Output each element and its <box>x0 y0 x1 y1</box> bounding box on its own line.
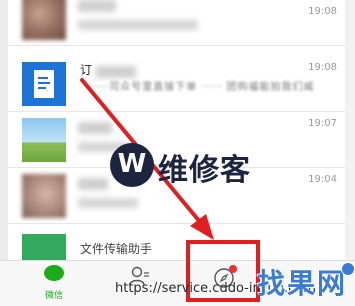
chat-time: 19:04 <box>308 174 337 185</box>
chat-name-blurred <box>78 178 108 190</box>
document-icon <box>22 62 66 106</box>
watermark-letter: W <box>117 149 147 179</box>
chat-title: 订 <box>80 63 93 77</box>
tab-chats-label: 微信 <box>44 291 63 301</box>
chat-name-blurred <box>96 66 136 78</box>
watermark-site-logo: 找果网 <box>257 267 348 300</box>
chat-time: 19:07 <box>308 118 337 129</box>
chat-row[interactable]: 订 ·······司众号里直接下单 ····· 团购福能拍我们威 19:08 <box>8 56 345 112</box>
chat-preview: ·······司众号里直接下单 ····· 团购福能拍我们威 <box>80 82 315 93</box>
wechat-screen: 19:08 订 ·······司众号里直接下单 ····· 团购福能拍我们威 1… <box>0 0 355 306</box>
chat-row[interactable]: 19:08 <box>8 0 345 46</box>
watermark-brand: 维修客 <box>158 153 251 188</box>
left-edge <box>0 0 8 260</box>
tab-chats[interactable]: 微信 <box>10 261 98 306</box>
chat-name-blurred <box>78 122 112 134</box>
chat-time: 19:08 <box>308 6 337 17</box>
chat-time: 19:08 <box>308 62 337 73</box>
watermark-logo: W <box>110 143 154 187</box>
chat-row[interactable]: 文件传输助手 <box>8 224 345 260</box>
right-edge <box>345 0 355 260</box>
chat-avatar <box>22 0 66 40</box>
chat-avatar <box>22 118 66 162</box>
watermark-badge <box>341 262 355 276</box>
chat-bubble-icon <box>44 265 64 281</box>
chat-avatar <box>22 234 66 260</box>
chat-title: 文件传输助手 <box>80 242 153 256</box>
chat-list: 19:08 订 ·······司众号里直接下单 ····· 团购福能拍我们威 1… <box>8 0 345 260</box>
chat-preview-blurred <box>78 198 138 208</box>
chat-name-blurred <box>78 0 116 12</box>
document-page <box>34 70 54 98</box>
chat-preview-blurred <box>78 20 198 30</box>
chat-avatar <box>22 174 66 218</box>
